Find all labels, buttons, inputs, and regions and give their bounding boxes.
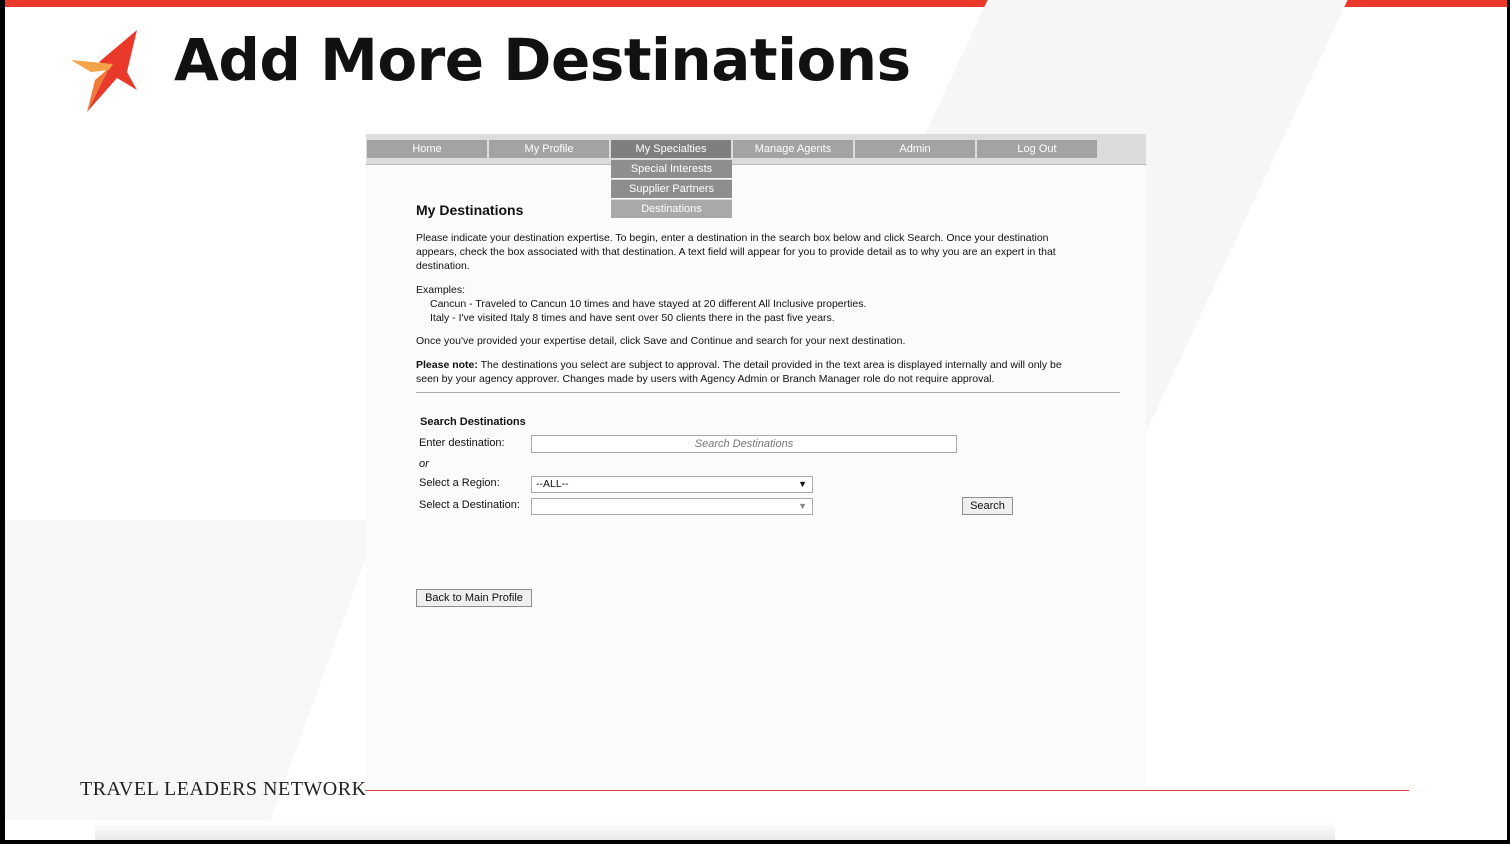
submenu-destinations[interactable]: Destinations (611, 199, 732, 218)
region-selected-value: --ALL-- (536, 478, 569, 490)
destination-select[interactable]: ▼ (531, 498, 813, 515)
submenu-supplier-partners[interactable]: Supplier Partners (611, 179, 732, 198)
submenu-special-interests[interactable]: Special Interests (611, 159, 732, 178)
or-label: or (419, 458, 429, 470)
note-text: The destinations you select are subject … (477, 359, 1062, 371)
divider (416, 392, 1120, 393)
save-note: Once you've provided your expertise deta… (416, 335, 906, 347)
nav-admin[interactable]: Admin (855, 140, 975, 158)
enter-destination-label: Enter destination: (419, 437, 505, 449)
nav-my-specialties[interactable]: My Specialties (611, 140, 731, 158)
main-nav: Home My Profile My Specialties Manage Ag… (366, 134, 1146, 165)
nav-manage-agents[interactable]: Manage Agents (733, 140, 853, 158)
dropdown-arrow-icon: ▼ (798, 501, 807, 511)
background-shape (5, 520, 380, 820)
destination-label: Select a Destination: (419, 499, 520, 511)
slide: Add More Destinations Home My Profile My… (5, 0, 1507, 840)
footer-line (365, 790, 1409, 791)
brand-logo-icon (71, 30, 137, 112)
back-to-main-profile-button[interactable]: Back to Main Profile (416, 589, 532, 607)
destination-search-input[interactable] (531, 435, 957, 453)
note-label: Please note: (416, 359, 478, 371)
example-2: Italy - I've visited Italy 8 times and h… (430, 312, 835, 324)
intro-text-2: appears, check the box associated with t… (416, 246, 1056, 258)
dropdown-arrow-icon: ▼ (798, 479, 807, 489)
example-1: Cancun - Traveled to Cancun 10 times and… (430, 298, 867, 310)
nav-log-out[interactable]: Log Out (977, 140, 1097, 158)
approval-note-1: Please note: The destinations you select… (416, 358, 1062, 372)
approval-note-2: seen by your agency approver. Changes ma… (416, 373, 995, 385)
region-label: Select a Region: (419, 477, 500, 489)
app-window: Home My Profile My Specialties Manage Ag… (366, 134, 1146, 786)
examples-label: Examples: (416, 284, 466, 296)
bottom-shadow (95, 822, 1335, 840)
slide-title: Add More Destinations (174, 26, 911, 94)
search-button[interactable]: Search (962, 497, 1013, 515)
intro-text-1: Please indicate your destination experti… (416, 232, 1049, 244)
search-heading: Search Destinations (420, 416, 526, 428)
nav-my-profile[interactable]: My Profile (489, 140, 609, 158)
page-heading: My Destinations (416, 202, 524, 218)
region-select[interactable]: --ALL-- ▼ (531, 476, 813, 493)
intro-text-3: destination. (416, 260, 470, 272)
nav-home[interactable]: Home (367, 140, 487, 158)
brand-name: TRAVEL LEADERS NETWORK (80, 778, 367, 800)
